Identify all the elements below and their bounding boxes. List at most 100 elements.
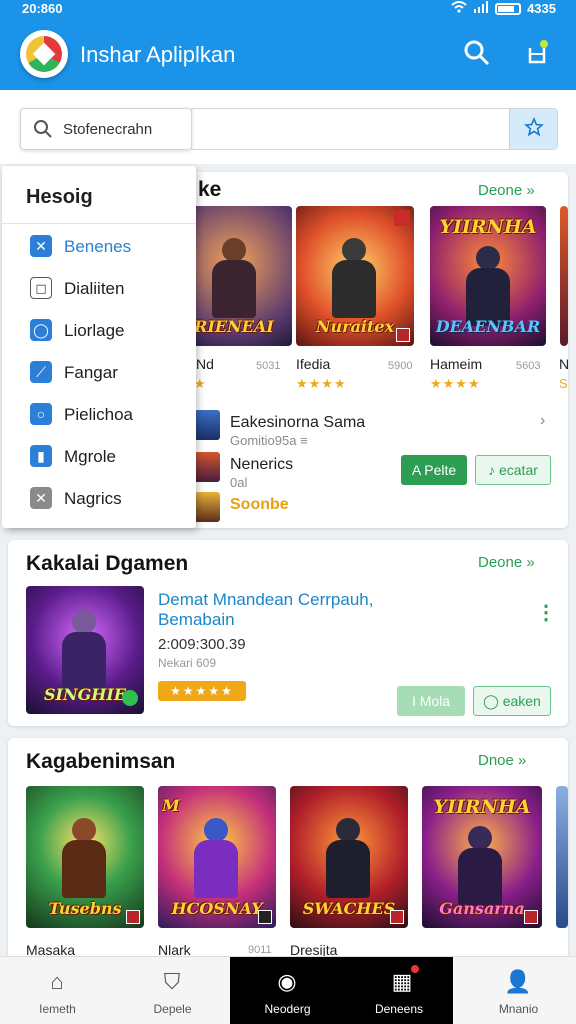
nav-label: Iemeth	[39, 1002, 76, 1016]
download-icon[interactable]	[522, 38, 552, 68]
hero-figure	[462, 246, 514, 326]
menu-item-fangar[interactable]: ⟋ Fangar	[2, 352, 196, 394]
tile-name: Na	[559, 356, 568, 372]
hero-figure	[322, 818, 374, 898]
nav-label: Depele	[153, 1002, 192, 1016]
signal-icon	[473, 1, 489, 16]
status-right: 4335	[451, 1, 556, 16]
menu-item-label: Pielichoa	[64, 405, 133, 424]
menu-item-benenes[interactable]: ✕ Benenes	[2, 226, 196, 268]
menu-item-nagrics[interactable]: ✕ Nagrics	[2, 478, 196, 520]
tile-word: Gansarna	[439, 899, 525, 918]
hero-figure	[208, 238, 260, 318]
featured-title: ke	[198, 178, 222, 201]
star-search-icon	[523, 116, 544, 142]
highlight-section: Kakalai Dgamen Deone » SINGHIE Demat Mna…	[8, 540, 568, 726]
tile-name: Hameim	[430, 356, 483, 372]
install-button[interactable]: I Mola	[397, 686, 465, 716]
age-rating-icon	[524, 910, 538, 924]
install-button[interactable]: A Pelte	[401, 455, 467, 485]
game-tile[interactable]: SWACHES	[290, 786, 408, 928]
categories-section: Kagabenimsan Dnoe » Tusebns Masaka M HCO…	[8, 738, 568, 958]
list-item-sub: Gomitio95a ≡	[230, 433, 308, 448]
menu-item-mgrole[interactable]: ▮ Mgrole	[2, 436, 196, 478]
menu-item-label: Dialiiten	[64, 279, 125, 298]
search-input[interactable]	[190, 108, 558, 150]
list-thumb	[194, 452, 220, 482]
categories-more-link[interactable]: Dnoe »	[478, 752, 526, 769]
game-tile[interactable]: Nuraitex	[296, 206, 414, 346]
nav-home[interactable]: ⌂ Iemeth	[0, 957, 115, 1024]
list-thumb	[194, 492, 220, 522]
highlight-app-title[interactable]: Demat Mnandean Cerrpauh, Bemabain	[158, 590, 408, 630]
hero-figure	[328, 238, 380, 318]
magnifier-icon	[33, 119, 53, 144]
open-button[interactable]: ◯ eaken	[473, 686, 551, 716]
battery-text: 4335	[527, 1, 556, 16]
tools-icon: ✕	[30, 235, 52, 257]
wifi-icon	[451, 1, 467, 16]
status-time: 20:860	[22, 1, 63, 16]
tile-word: SWACHES	[302, 899, 396, 918]
search-icon[interactable]	[462, 38, 492, 68]
menu-search-input[interactable]: Stofenecrahn	[20, 108, 192, 150]
tile-artwork	[560, 206, 568, 346]
list-item-title[interactable]: Nenerics	[230, 456, 293, 474]
battery-icon	[495, 2, 522, 15]
tile-size: 5900	[388, 360, 413, 372]
nav-neoderg[interactable]: ◉ Neoderg	[230, 957, 345, 1024]
game-tile[interactable]	[560, 206, 568, 346]
shield-icon: ⛉	[163, 969, 181, 994]
list-item-title[interactable]: Soonbe	[230, 496, 289, 514]
more-options-icon[interactable]: ⋮	[536, 600, 556, 625]
nav-label: Deneens	[374, 1002, 424, 1016]
nav-depele[interactable]: ⛉ Depele	[115, 957, 230, 1024]
tile-name: Ifedia	[296, 356, 331, 372]
list-item-title[interactable]: Eakesinorna Sama	[230, 414, 365, 432]
chevron-right-icon[interactable]: ›	[540, 412, 545, 430]
tile-word-top: YIIRNHA	[439, 216, 537, 238]
age-rating-icon	[258, 910, 272, 924]
cross-icon: ✕	[30, 487, 52, 509]
nav-profile[interactable]: 👤 Mnanio	[461, 957, 576, 1024]
game-tile[interactable]: YIIRNHA DEAENBAR	[430, 206, 546, 346]
app-logo[interactable]	[20, 30, 68, 78]
featured-more-link[interactable]: Deone »	[478, 182, 535, 199]
game-tile[interactable]: Tusebns	[26, 786, 144, 928]
tile-name: Nd	[196, 356, 214, 372]
highlight-more-link[interactable]: Deone »	[478, 554, 535, 571]
menu-item-liorlage[interactable]: ◯ Liorlage	[2, 310, 196, 352]
circle-icon: ◯	[30, 319, 52, 341]
app-title: Inshar Apliplkan	[80, 42, 236, 67]
categories-title: Kagabenimsan	[26, 750, 176, 773]
menu-header: Hesoig	[2, 166, 196, 224]
game-tile[interactable]	[556, 786, 568, 928]
ring-icon: ○	[30, 403, 52, 425]
preview-button[interactable]: ♪ ecatar	[475, 455, 551, 485]
nav-deneens[interactable]: ▦ Deneens	[345, 957, 453, 1024]
menu-item-label: Benenes	[64, 237, 132, 256]
compass-icon: ◉	[277, 969, 297, 994]
menu-item-dialiiten[interactable]: ◻ Dialiiten	[2, 268, 196, 310]
hero-figure	[190, 818, 242, 898]
tile-rating: Se	[559, 376, 568, 391]
game-tile[interactable]: M HCOSNAY	[158, 786, 276, 928]
tile-word-top: YIIRNHA	[433, 796, 531, 818]
tile-size: 9011	[248, 944, 272, 956]
highlight-tile[interactable]: SINGHIE	[26, 586, 144, 714]
menu-item-pielichoa[interactable]: ○ Pielichoa	[2, 394, 196, 436]
category-menu: Hesoig ✕ Benenes ◻ Dialiiten ◯ Liorlage …	[2, 166, 196, 528]
list-thumb	[194, 410, 220, 440]
tile-artwork	[556, 786, 568, 928]
highlight-meta: 2:009:300.39	[158, 636, 246, 653]
status-bar: 20:860 4335	[0, 0, 576, 18]
notification-dot	[411, 965, 419, 973]
highlight-title: Kakalai Dgamen	[26, 552, 189, 575]
search-button[interactable]	[509, 109, 557, 149]
tile-word: HCOSNAY	[171, 899, 263, 918]
menu-item-label: Fangar	[64, 363, 118, 382]
app-bar: 20:860 4335 Inshar Apliplkan	[0, 0, 576, 90]
tile-badge	[394, 210, 410, 226]
tile-word: Nuraitex	[315, 317, 395, 336]
game-tile[interactable]: YIIRNHA Gansarna	[422, 786, 542, 928]
